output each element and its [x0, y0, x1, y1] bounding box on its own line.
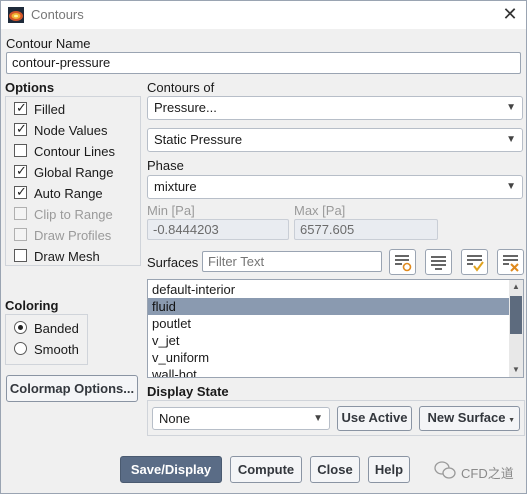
contour-name-label: Contour Name — [6, 36, 91, 51]
display-state-dropdown[interactable]: None ▼ — [152, 407, 330, 430]
option-label: Global Range — [34, 165, 114, 180]
display-state-value: None — [159, 411, 191, 426]
window-title: Contours — [31, 7, 84, 22]
help-button[interactable]: Help — [368, 456, 410, 483]
scroll-down-icon[interactable]: ▼ — [509, 363, 523, 377]
new-surface-label: New Surface — [427, 410, 506, 425]
min-field: -0.8444203 — [147, 219, 289, 240]
coloring-label: Coloring — [5, 298, 59, 313]
option-label: Node Values — [34, 123, 108, 138]
contours-of-category-dropdown[interactable]: Pressure... ▼ — [147, 96, 523, 120]
option-label: Clip to Range — [34, 207, 113, 222]
check-surfaces-button[interactable] — [461, 249, 488, 275]
option-label: Draw Profiles — [34, 228, 112, 243]
option-label: Draw Mesh — [34, 249, 100, 264]
banded-radio[interactable] — [14, 321, 27, 334]
colormap-options-button[interactable]: Colormap Options... — [6, 375, 138, 402]
surface-item[interactable]: wall-hot — [148, 366, 510, 377]
chevron-down-icon: ▼ — [508, 417, 515, 424]
smooth-radio[interactable] — [14, 342, 27, 355]
watermark-text: CFD之道 — [461, 466, 514, 481]
display-state-label: Display State — [147, 384, 229, 399]
wechat-icon — [434, 461, 456, 479]
contour-lines-checkbox[interactable] — [14, 144, 27, 157]
deselect-surfaces-button[interactable] — [497, 249, 524, 275]
draw-profiles-checkbox[interactable] — [14, 228, 27, 241]
list-check-icon — [467, 255, 484, 272]
surfaces-list[interactable]: default-interior fluid poutlet v_jet v_u… — [147, 279, 524, 378]
contours-dialog: Contours ✕ Contour Name contour-pressure… — [0, 0, 527, 494]
compute-button[interactable]: Compute — [230, 456, 302, 483]
chevron-down-icon: ▼ — [506, 134, 516, 145]
scrollbar-thumb[interactable] — [510, 296, 522, 334]
filter-select-icon — [395, 255, 412, 272]
option-label: Auto Range — [34, 186, 103, 201]
save-display-button[interactable]: Save/Display — [120, 456, 222, 483]
radio-label: Smooth — [34, 342, 79, 357]
filled-checkbox[interactable]: ✓ — [14, 100, 27, 115]
surfaces-label: Surfaces — [147, 255, 199, 270]
global-range-checkbox[interactable]: ✓ — [14, 163, 27, 178]
phase-label: Phase — [147, 158, 184, 173]
chevron-down-icon: ▼ — [506, 181, 516, 192]
surface-item[interactable]: poutlet — [148, 315, 510, 332]
auto-range-checkbox[interactable]: ✓ — [14, 184, 27, 199]
close-button[interactable]: Close — [310, 456, 360, 483]
close-icon[interactable]: ✕ — [495, 3, 525, 27]
surface-item[interactable]: default-interior — [148, 281, 510, 298]
list-icon — [431, 256, 446, 270]
new-surface-button[interactable]: New Surface ▼ — [419, 406, 520, 431]
title-bar: Contours ✕ — [1, 1, 526, 29]
surface-item[interactable]: v_uniform — [148, 349, 510, 366]
max-label: Max [Pa] — [294, 203, 346, 218]
category-value: Pressure... — [154, 100, 217, 115]
select-all-surfaces-button[interactable] — [425, 249, 452, 275]
select-surfaces-button[interactable] — [389, 249, 416, 275]
draw-mesh-checkbox[interactable] — [14, 249, 27, 262]
options-label: Options — [5, 80, 55, 95]
chevron-down-icon: ▼ — [506, 102, 516, 113]
surfaces-scrollbar[interactable]: ▲ ▼ — [509, 280, 523, 377]
option-label: Contour Lines — [34, 144, 115, 159]
use-active-button[interactable]: Use Active — [337, 406, 412, 431]
option-label: Filled — [34, 102, 66, 117]
list-clear-icon — [503, 255, 519, 272]
surface-item[interactable]: v_jet — [148, 332, 510, 349]
surface-item[interactable]: fluid — [148, 298, 510, 315]
surfaces-filter-input[interactable] — [202, 251, 382, 272]
clip-to-range-checkbox[interactable] — [14, 207, 27, 220]
phase-dropdown[interactable]: mixture ▼ — [147, 175, 523, 199]
node-values-checkbox[interactable]: ✓ — [14, 121, 27, 136]
scroll-up-icon[interactable]: ▲ — [509, 280, 523, 294]
variable-value: Static Pressure — [154, 132, 243, 147]
contour-app-icon — [8, 7, 24, 23]
contour-name-input[interactable]: contour-pressure — [6, 52, 521, 74]
chevron-down-icon: ▼ — [313, 413, 323, 424]
max-field: 6577.605 — [294, 219, 438, 240]
min-label: Min [Pa] — [147, 203, 195, 218]
contours-of-variable-dropdown[interactable]: Static Pressure ▼ — [147, 128, 523, 152]
phase-value: mixture — [154, 179, 197, 194]
contours-of-label: Contours of — [147, 80, 215, 95]
radio-label: Banded — [34, 321, 79, 336]
